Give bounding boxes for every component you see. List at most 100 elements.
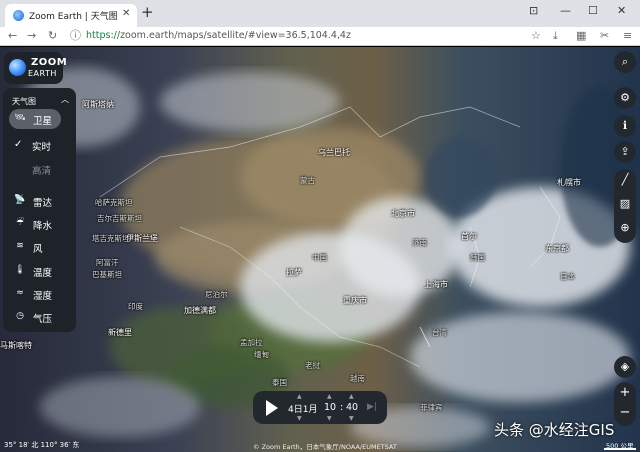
url-path: zoom.earth/maps/satellite/#view=36.5,104… [120, 30, 351, 41]
back-icon[interactable]: ← [8, 29, 17, 43]
layer-label: 降水 [33, 221, 53, 232]
layer-humidity[interactable]: ≈ 湿度 [9, 284, 61, 304]
date-value[interactable]: 4日1月 [288, 402, 317, 415]
locate-icon[interactable]: ⊕ [614, 221, 636, 234]
address-bar[interactable]: https://zoom.earth/maps/satellite/#view=… [86, 30, 351, 41]
layer-label: 温度 [33, 268, 53, 279]
layer-label: 气压 [33, 314, 53, 325]
minimize-icon[interactable]: — [560, 4, 571, 17]
minute-down-icon[interactable]: ▼ [349, 415, 354, 422]
place-label: 韩国 [470, 253, 485, 262]
place-label: 泰国 [272, 378, 287, 387]
play-icon[interactable] [266, 400, 278, 416]
info-button[interactable]: ℹ [614, 115, 636, 137]
search-button[interactable]: ⌕ [614, 51, 636, 73]
zoom-in-icon[interactable]: + [614, 385, 636, 400]
logo-text-earth: EARTH [28, 69, 57, 78]
bookmark-star-icon[interactable]: ☆ [531, 29, 541, 43]
place-label: 东京都 [545, 244, 569, 253]
date-down-icon[interactable]: ▼ [297, 415, 302, 422]
place-label: 中国 [312, 253, 327, 262]
settings-button[interactable]: ⚙ [614, 87, 636, 109]
satellite-map[interactable]: 阿斯塔纳 哈萨克斯坦 乌兰巴托 蒙古 北京市 韩国 首尔 日本 东京都 上海市 … [0, 47, 640, 452]
satellite-option-hd[interactable]: 高清 [32, 163, 51, 177]
skip-next-icon[interactable]: ▶| [367, 402, 377, 412]
forward-icon[interactable]: → [27, 29, 36, 43]
place-label: 老挝 [305, 361, 320, 370]
humidity-icon: ≈ [16, 288, 24, 298]
new-tab-button[interactable]: + [141, 5, 154, 20]
layer-label: 雷达 [33, 198, 53, 209]
satellite-icon: 🛰 [14, 113, 26, 123]
zoom-out-icon[interactable]: − [614, 405, 636, 420]
place-label: 巴基斯坦 [92, 270, 122, 279]
place-label: 印度 [128, 302, 143, 311]
layer-pressure[interactable]: ◷ 气压 [9, 307, 61, 327]
area-icon[interactable]: ▨ [614, 197, 636, 210]
site-info-icon[interactable]: ⓘ [70, 29, 81, 43]
place-label: 日本 [560, 272, 575, 281]
place-label: 塔吉克斯坦 [92, 234, 130, 243]
layer-temperature[interactable]: 🌡 温度 [9, 261, 61, 281]
layer-label: 湿度 [33, 291, 53, 302]
place-label: 伊斯兰堡 [126, 234, 158, 243]
zoom-earth-logo[interactable]: ZOOM EARTH [4, 52, 67, 84]
maximize-icon[interactable]: ☐ [588, 4, 598, 17]
close-tab-icon[interactable]: ✕ [122, 8, 130, 19]
coordinates-readout: 35° 18′ 北 110° 36′ 东 [4, 441, 80, 449]
logo-text-zoom: ZOOM [31, 57, 68, 68]
place-label: 越南 [350, 374, 365, 383]
profile-icon[interactable]: ⊡ [529, 4, 538, 17]
place-label: 拉萨 [286, 268, 302, 277]
place-label: 济南 [412, 238, 427, 247]
attribution[interactable]: © Zoom Earth，日本气象厅/NOAA/EUMETSAT [253, 441, 397, 451]
place-label: 马斯喀特 [0, 341, 32, 350]
watermark: 头条 @水经注GIS [494, 421, 615, 439]
place-label: 阿斯塔纳 [82, 100, 114, 109]
temperature-icon: 🌡 [14, 265, 26, 275]
tool-group: ╱ ▨ ⊕ [614, 169, 636, 243]
tab-title: Zoom Earth | 天气图、台风 [29, 12, 117, 22]
panel-title: 天气图 [12, 97, 36, 106]
share-button[interactable]: ⇪ [614, 141, 636, 163]
date-up-icon[interactable]: ▲ [297, 393, 302, 400]
layer-radar[interactable]: 📡 雷达 [9, 191, 61, 211]
browser-tabstrip: Zoom Earth | 天气图、台风 ✕ + ⊡ — ☐ ✕ [0, 0, 640, 27]
layers-icon: ◈ [620, 360, 630, 373]
place-label: 乌兰巴托 [318, 148, 350, 157]
window-close-icon[interactable]: ✕ [617, 4, 626, 17]
scissors-icon[interactable]: ✂ [600, 29, 609, 43]
minute-up-icon[interactable]: ▲ [349, 393, 354, 400]
browser-toolbar: ← → ↻ ⓘ https://zoom.earth/maps/satellit… [0, 27, 640, 46]
hour-down-icon[interactable]: ▼ [327, 415, 332, 422]
layer-wind[interactable]: ≋ 风 [9, 237, 61, 257]
precipitation-icon: ☔ [15, 218, 25, 228]
menu-icon[interactable]: ≡ [623, 29, 632, 43]
radar-icon: 📡 [14, 195, 26, 205]
measure-line-icon[interactable]: ╱ [614, 173, 636, 186]
apps-grid-icon[interactable]: ▦ [576, 29, 586, 43]
time-separator: : [340, 402, 344, 413]
hour-up-icon[interactable]: ▲ [327, 393, 332, 400]
layer-precipitation[interactable]: ☔ 降水 [9, 214, 61, 234]
layer-satellite[interactable]: 🛰 卫星 [9, 109, 61, 129]
place-label: 首尔 [461, 232, 477, 241]
share-icon: ⇪ [620, 145, 630, 158]
place-label: 新德里 [108, 328, 132, 337]
place-label: 重庆市 [343, 296, 367, 305]
browser-tab[interactable]: Zoom Earth | 天气图、台风 ✕ [5, 4, 137, 27]
pressure-icon: ◷ [16, 311, 24, 321]
wind-icon: ≋ [16, 241, 24, 251]
reload-icon[interactable]: ↻ [48, 29, 57, 43]
place-label: 阿富汗 [96, 258, 119, 267]
gear-icon: ⚙ [620, 91, 630, 104]
satellite-option-realtime[interactable]: 实时 [32, 139, 51, 153]
chevron-up-icon[interactable]: ︿ [61, 94, 69, 105]
minute-value[interactable]: 40 [346, 402, 358, 413]
download-icon[interactable]: ⤓ [553, 29, 558, 43]
search-icon: ⌕ [621, 55, 629, 68]
layers-button[interactable]: ◈ [614, 356, 636, 378]
place-label: 加德满都 [184, 306, 216, 315]
hour-value[interactable]: 10 [324, 402, 336, 413]
zoom-controls: + − [614, 382, 636, 426]
